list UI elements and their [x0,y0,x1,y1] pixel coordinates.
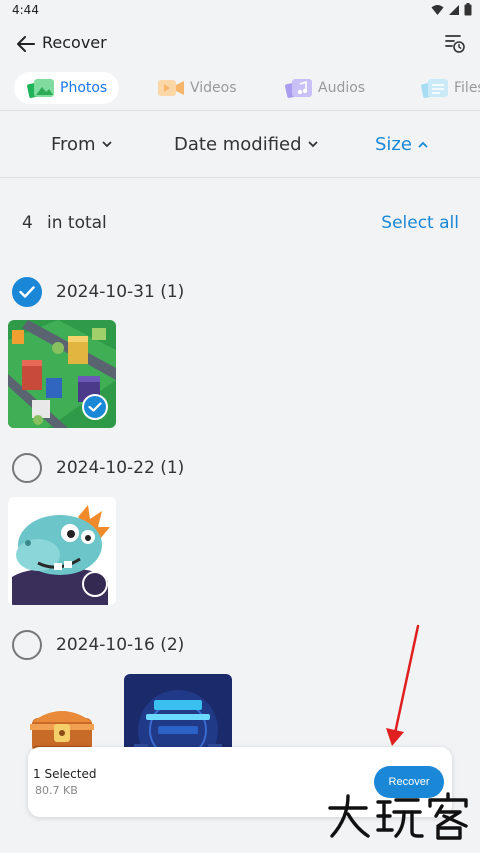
date-group-header: 2024-10-16 (2) [12,629,184,661]
sort-date-modified-label: Date modified [174,134,302,155]
tab-label: Videos [190,80,237,96]
selected-size: 80.7 KB [35,784,78,797]
sort-from-label: From [51,134,96,155]
video-icon [156,77,186,99]
total-label: in total [47,213,107,233]
group-date: 2024-10-31 (1) [56,282,185,302]
divider [0,177,480,178]
app-header: Recover [0,22,480,64]
tab-photos[interactable]: Photos [14,72,120,104]
thumbnail-select-checkbox[interactable] [82,571,108,597]
tab-label: Photos [60,80,108,96]
sort-date-modified-dropdown[interactable]: Date modified [174,134,318,155]
file-icon [420,77,450,99]
audio-icon [284,77,314,99]
watermark-logo [328,792,468,840]
sort-size-label: Size [375,134,412,155]
thumbnail-selected-checkbox[interactable] [82,394,108,420]
total-count: 4 [22,213,33,233]
filter-history-icon[interactable] [444,32,466,54]
tab-audios[interactable]: Audios [284,72,365,104]
sort-size-dropdown[interactable]: Size [375,134,428,155]
battery-icon [464,3,472,16]
summary-row: 4 in total Select all [0,200,480,240]
signal-icon [449,4,459,15]
wifi-icon [431,4,444,15]
chevron-up-icon [418,141,428,148]
checkmark-icon [19,286,35,298]
back-arrow-icon[interactable] [14,32,38,56]
tab-label: Audios [318,80,366,96]
tab-files[interactable]: Files [420,72,480,104]
group-select-checkbox[interactable] [12,630,42,660]
photo-icon [26,77,56,99]
sort-bar: From Date modified Size [0,112,480,176]
photo-thumbnail[interactable] [8,497,116,605]
status-time: 4:44 [12,3,39,17]
status-bar: 4:44 [0,0,480,22]
media-type-tabs: Photos Videos Audios File [0,68,480,110]
select-all-button[interactable]: Select all [381,213,459,233]
date-group-header: 2024-10-31 (1) [12,276,184,308]
tab-videos[interactable]: Videos [156,72,237,104]
divider [0,110,480,111]
tab-label: Files [454,80,480,96]
selected-count: 1 Selected [33,767,97,781]
checkmark-icon [88,402,102,412]
sort-from-dropdown[interactable]: From [51,134,112,155]
group-date: 2024-10-16 (2) [56,635,185,655]
chevron-down-icon [307,141,318,148]
date-group-header: 2024-10-22 (1) [12,452,184,484]
group-select-checkbox[interactable] [12,453,42,483]
group-select-checkbox[interactable] [12,277,42,307]
group-date: 2024-10-22 (1) [56,458,185,478]
chevron-down-icon [101,141,112,148]
annotation-arrow-icon [386,624,420,746]
photo-thumbnail[interactable] [8,320,116,428]
status-icons [431,3,472,16]
page-title: Recover [42,33,107,52]
